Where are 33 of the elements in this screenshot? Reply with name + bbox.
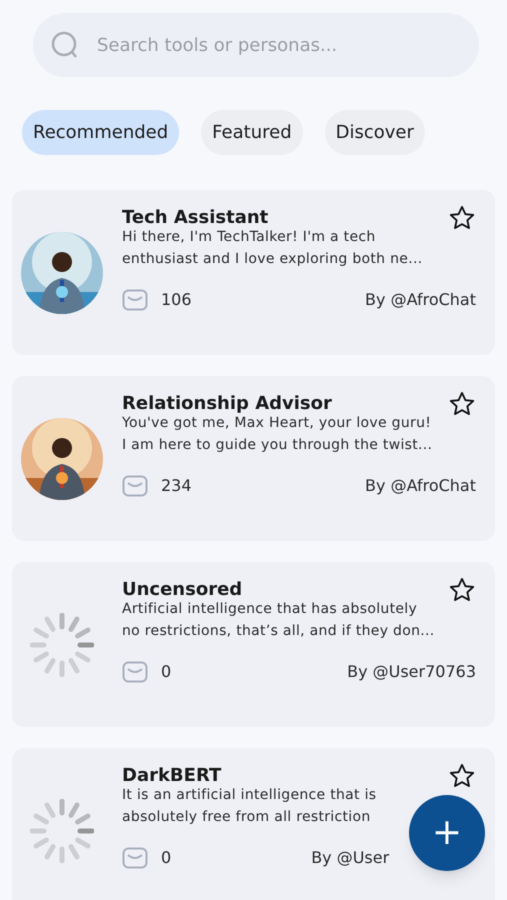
persona-description: It is an artificial intelligence that is absolutely free from all restriction: [122, 786, 378, 827]
persona-title: Uncensored: [122, 578, 242, 602]
message-icon: [122, 475, 148, 497]
persona-card[interactable]: Relationship Advisor You've got me, Max Heart, your love guru! I am here to guide you through the twist... 234 By @AfroChat: [12, 376, 495, 541]
search-field[interactable]: Search tools or personas...: [33, 13, 479, 77]
persona-card[interactable]: Uncensored Artificial intelligence that has absolutely no restrictions, that’s all, and if they don... 0 By @User70763: [12, 562, 495, 727]
author-handle: By @AfroChat: [365, 289, 476, 311]
message-count: 0: [161, 661, 172, 683]
persona-title: Relationship Advisor: [122, 392, 332, 416]
author-handle: By @AfroChat: [365, 475, 476, 497]
category-tab[interactable]: Recommended: [22, 110, 180, 155]
persona-description: You've got me, Max Heart, your love guru! I am here to guide you through the twist...: [122, 414, 434, 455]
author-handle: By @User70763: [347, 661, 476, 683]
loading-spinner-icon: [30, 798, 94, 862]
message-count: 106: [161, 289, 192, 311]
star-icon[interactable]: [448, 204, 476, 232]
persona-title: Tech Assistant: [122, 206, 268, 230]
message-count: 234: [161, 475, 192, 497]
message-icon: [122, 661, 148, 683]
message-icon: [122, 847, 148, 869]
category-tab[interactable]: Discover: [324, 110, 425, 155]
star-icon[interactable]: [448, 762, 476, 790]
message-icon: [122, 289, 148, 311]
category-tab[interactable]: Featured: [201, 110, 303, 155]
persona-description: Hi there, I'm TechTalker! I'm a tech enthusiast and I love exploring both ne...: [122, 228, 424, 269]
author-handle: By @User: [311, 847, 390, 869]
persona-card[interactable]: Tech Assistant Hi there, I'm TechTalker! I'm a tech enthusiast and I love exploring both ne... 106 By @AfroChat: [12, 190, 495, 355]
persona-title: DarkBERT: [122, 764, 222, 788]
persona-description: Artificial intelligence that has absolutely no restrictions, that’s all, and if they don...: [122, 600, 436, 641]
star-icon[interactable]: [448, 576, 476, 604]
message-count: 0: [161, 847, 172, 869]
star-icon[interactable]: [448, 390, 476, 418]
loading-spinner-icon: [30, 612, 94, 676]
